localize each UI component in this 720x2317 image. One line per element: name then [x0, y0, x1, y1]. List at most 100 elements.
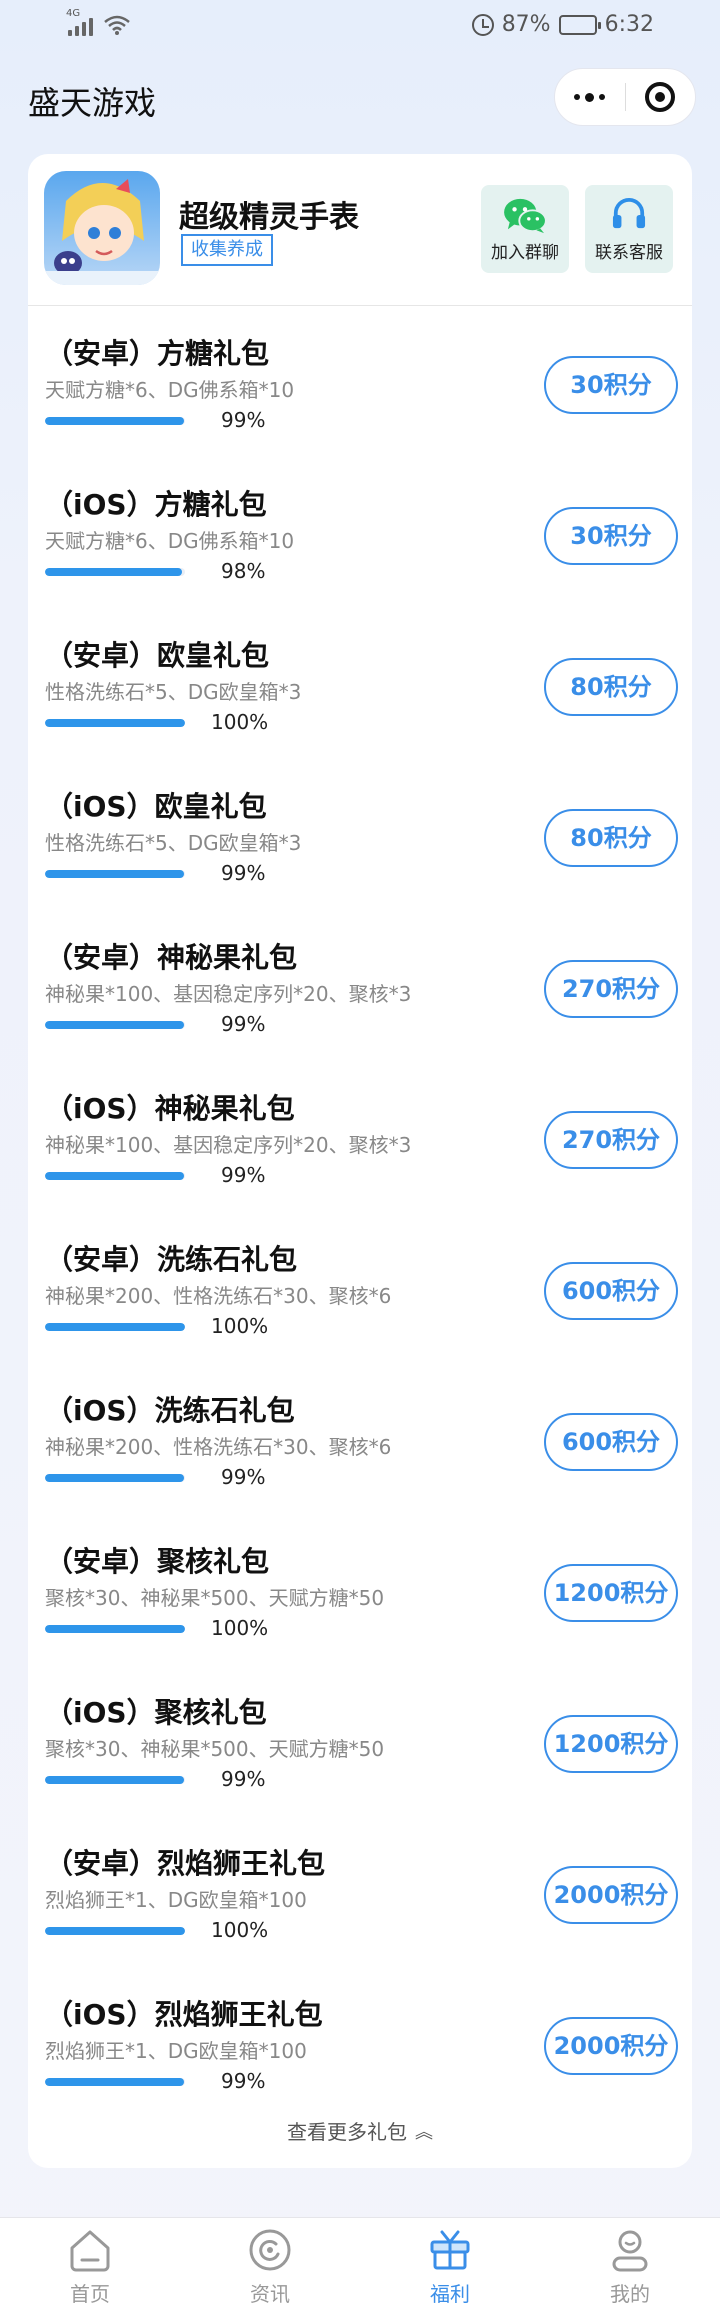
package-progress-percent: 100% — [211, 1314, 269, 1338]
package-progress-bar — [45, 2078, 185, 2086]
tab-news-label: 资讯 — [250, 2282, 290, 2306]
package-progress-bar — [45, 1172, 185, 1180]
redeem-points-button[interactable]: 270积分 — [544, 960, 678, 1018]
package-progress-bar — [45, 1776, 185, 1784]
target-icon — [645, 82, 676, 112]
redeem-points-button[interactable]: 2000积分 — [544, 2017, 678, 2075]
package-item: （安卓）神秘果礼包神秘果*100、基因稳定序列*20、聚核*3 99% 270积分 — [28, 910, 692, 1061]
package-progress-percent: 99% — [221, 1163, 266, 1187]
package-progress-bar — [45, 1927, 185, 1935]
package-progress-bar — [45, 568, 185, 576]
package-progress-fill — [45, 2078, 184, 2086]
package-progress-fill — [45, 417, 184, 425]
package-progress-percent: 99% — [221, 2069, 266, 2093]
tab-welfare-label: 福利 — [430, 2282, 470, 2306]
package-progress-bar — [45, 870, 185, 878]
app-header: 盛天游戏 — [0, 64, 720, 136]
package-name: （安卓）烈焰狮王礼包 — [45, 1847, 326, 1880]
package-contents: 天赋方糖*6、DG佛系箱*10 — [45, 529, 295, 553]
view-more-packages-link[interactable]: 查看更多礼包 ︽ — [28, 2116, 692, 2145]
close-mini-program-button[interactable] — [626, 69, 696, 125]
gift-card: 超级精灵手表 收集养成 加入群聊 联系客服 （安卓）方糖礼包 天赋方糖*6、DG佛… — [28, 154, 692, 2168]
join-group-button[interactable]: 加入群聊 — [481, 185, 569, 273]
package-contents: 神秘果*200、性格洗练石*30、聚核*6 — [45, 1435, 392, 1459]
battery-percent: 87% — [501, 12, 551, 37]
redeem-points-button[interactable]: 270积分 — [544, 1111, 678, 1169]
headset-icon — [612, 197, 646, 229]
status-bar-right: 87% 6:32 — [471, 12, 654, 37]
redeem-points-button[interactable]: 80积分 — [544, 658, 678, 716]
news-icon — [249, 2229, 291, 2271]
redeem-points-button[interactable]: 1200积分 — [544, 1564, 678, 1622]
package-name: （iOS）聚核礼包 — [45, 1696, 267, 1729]
page-title: 盛天游戏 — [28, 84, 157, 122]
package-item: （iOS）神秘果礼包神秘果*100、基因稳定序列*20、聚核*3 99% 270积分 — [28, 1061, 692, 1212]
package-contents: 烈焰狮王*1、DG欧皇箱*100 — [45, 1888, 307, 1912]
redeem-points-button[interactable]: 600积分 — [544, 1413, 678, 1471]
package-name: （安卓）神秘果礼包 — [45, 941, 298, 974]
redeem-points-button[interactable]: 2000积分 — [544, 1866, 678, 1924]
package-name: （iOS）洗练石礼包 — [45, 1394, 295, 1427]
package-contents: 神秘果*100、基因稳定序列*20、聚核*3 — [45, 982, 412, 1006]
package-name: （iOS）神秘果礼包 — [45, 1092, 295, 1125]
redeem-points-button[interactable]: 600积分 — [544, 1262, 678, 1320]
tab-profile-label: 我的 — [610, 2282, 650, 2306]
package-contents: 神秘果*100、基因稳定序列*20、聚核*3 — [45, 1133, 412, 1157]
wechat-icon — [504, 198, 547, 234]
package-name: （iOS）方糖礼包 — [45, 488, 267, 521]
package-progress-percent: 100% — [211, 1616, 269, 1640]
package-progress-fill — [45, 1172, 184, 1180]
package-progress-bar — [45, 1625, 185, 1633]
package-name: （iOS）欧皇礼包 — [45, 790, 267, 823]
package-name: （安卓）聚核礼包 — [45, 1545, 270, 1578]
contact-service-button[interactable]: 联系客服 — [585, 185, 673, 273]
bottom-tab-bar: 首页 资讯 福利 我的 — [0, 2217, 720, 2317]
gift-icon — [430, 2230, 470, 2270]
package-progress-bar — [45, 1323, 185, 1331]
chevron-up-icon: ︽ — [415, 2122, 433, 2143]
package-name: （安卓）洗练石礼包 — [45, 1243, 298, 1276]
package-contents: 性格洗练石*5、DG欧皇箱*3 — [45, 680, 302, 704]
package-item: （iOS）洗练石礼包神秘果*200、性格洗练石*30、聚核*6 99% 600积分 — [28, 1363, 692, 1514]
tab-home[interactable]: 首页 — [40, 2226, 140, 2307]
package-progress-fill — [45, 719, 185, 727]
package-progress-percent: 99% — [221, 1767, 266, 1791]
redeem-points-button[interactable]: 30积分 — [544, 356, 678, 414]
home-icon — [70, 2230, 110, 2272]
game-name: 超级精灵手表 — [179, 200, 359, 235]
package-item: （安卓）欧皇礼包性格洗练石*5、DG欧皇箱*3 100% 80积分 — [28, 608, 692, 759]
package-progress-fill — [45, 1927, 185, 1935]
package-progress-percent: 100% — [211, 1918, 269, 1942]
signal-icon: 4G — [66, 8, 93, 36]
redeem-points-button[interactable]: 1200积分 — [544, 1715, 678, 1773]
profile-icon — [612, 2230, 648, 2272]
game-icon — [44, 171, 160, 285]
package-item: （安卓）聚核礼包 聚核*30、神秘果*500、天赋方糖*50 100% 1200积分 — [28, 1514, 692, 1665]
battery-icon — [558, 14, 601, 35]
package-progress-percent: 99% — [221, 1012, 266, 1036]
package-progress-percent: 100% — [211, 710, 269, 734]
tab-news[interactable]: 资讯 — [220, 2226, 320, 2307]
contact-service-label: 联系客服 — [595, 243, 663, 263]
package-item: （安卓）烈焰狮王礼包烈焰狮王*1、DG欧皇箱*100 100% 2000积分 — [28, 1816, 692, 1967]
mini-program-capsule — [554, 68, 696, 126]
alarm-icon — [471, 13, 494, 36]
package-progress-bar — [45, 719, 185, 727]
clock: 6:32 — [604, 12, 654, 37]
wifi-icon — [104, 15, 130, 35]
package-progress-percent: 99% — [221, 408, 266, 432]
package-progress-bar — [45, 1021, 185, 1029]
more-options-button[interactable] — [555, 69, 625, 125]
package-progress-bar — [45, 417, 185, 425]
redeem-points-button[interactable]: 80积分 — [544, 809, 678, 867]
package-progress-fill — [45, 1776, 184, 1784]
package-progress-percent: 99% — [221, 1465, 266, 1489]
tab-welfare[interactable]: 福利 — [400, 2226, 500, 2307]
package-name: （安卓）欧皇礼包 — [45, 639, 270, 672]
redeem-points-button[interactable]: 30积分 — [544, 507, 678, 565]
status-bar: 4G 87% 6:32 — [0, 0, 720, 56]
package-contents: 性格洗练石*5、DG欧皇箱*3 — [45, 831, 302, 855]
package-progress-bar — [45, 1474, 185, 1482]
tab-profile[interactable]: 我的 — [580, 2226, 680, 2307]
package-contents: 神秘果*200、性格洗练石*30、聚核*6 — [45, 1284, 392, 1308]
